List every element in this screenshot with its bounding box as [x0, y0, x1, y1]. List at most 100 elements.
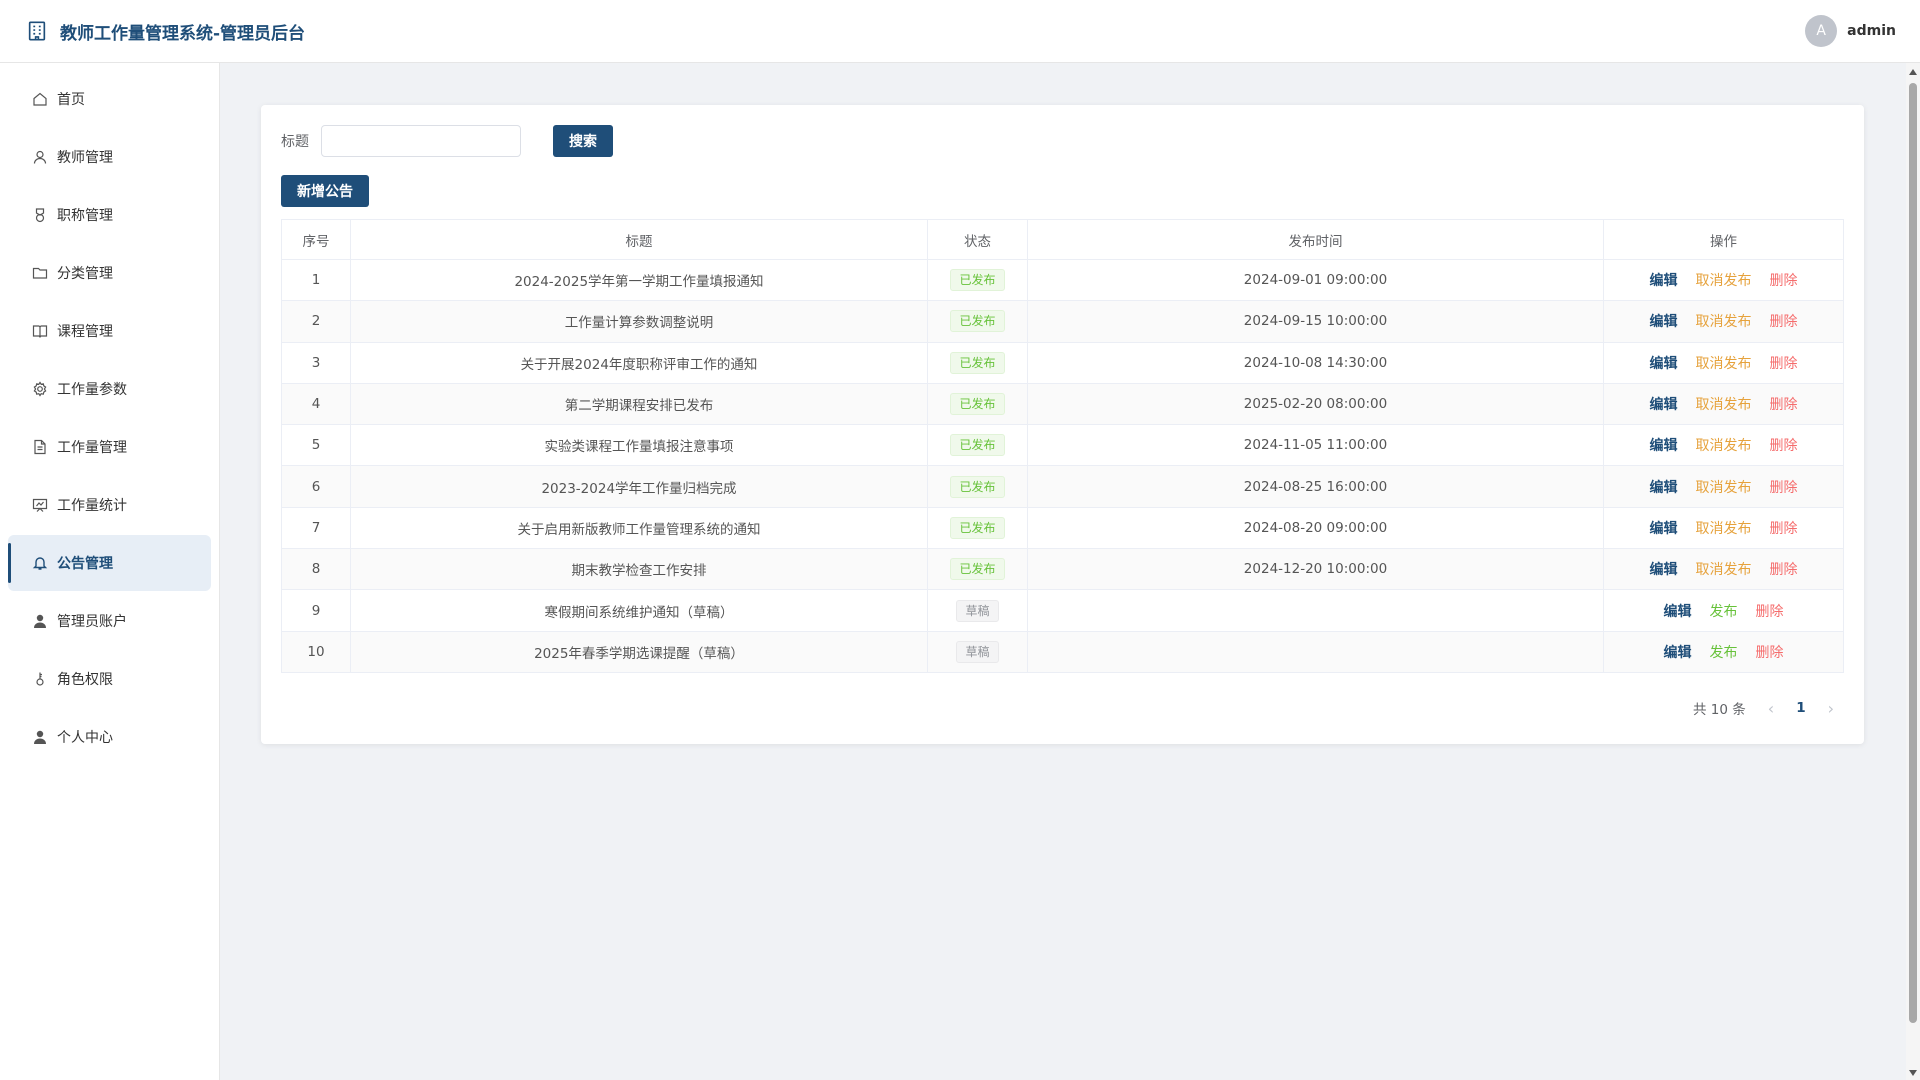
sidebar-item-announcements[interactable]: 公告管理 [8, 535, 211, 591]
sidebar-item-label: 首页 [57, 92, 85, 108]
search-button[interactable]: 搜索 [553, 125, 613, 157]
home-icon [33, 92, 47, 106]
app-header: 教师工作量管理系统-管理员后台 A admin [0, 0, 1920, 63]
edit-button[interactable]: 编辑 [1650, 353, 1678, 373]
table-row: 3 关于开展2024年度职称评审工作的通知 已发布 2024-10-08 14:30:… [281, 341, 1844, 384]
sidebar-item-label: 公告管理 [57, 556, 113, 572]
title-search-input[interactable] [321, 125, 521, 157]
edit-button[interactable]: 编辑 [1650, 518, 1678, 538]
edit-button[interactable]: 编辑 [1664, 601, 1692, 621]
unpublish-button[interactable]: 取消发布 [1696, 435, 1752, 455]
unpublish-button[interactable]: 取消发布 [1696, 518, 1752, 538]
prev-page-button[interactable]: ‹ [1768, 699, 1774, 718]
sidebar-item-profile[interactable]: 个人中心 [8, 709, 211, 765]
status-badge: 已发布 [950, 351, 1005, 374]
row-actions: 编辑 取消发布 删除 [1650, 559, 1798, 579]
sidebar-item-courses[interactable]: 课程管理 [8, 303, 211, 359]
avatar[interactable]: A [1805, 15, 1838, 47]
column-header-index: 序号 [281, 219, 351, 260]
unpublish-button[interactable]: 取消发布 [1696, 270, 1752, 290]
edit-button[interactable]: 编辑 [1650, 559, 1678, 579]
sidebar-item-admin-accounts[interactable]: 管理员账户 [8, 593, 211, 649]
unpublish-button[interactable]: 取消发布 [1696, 477, 1752, 497]
sidebar-item-workload-manage[interactable]: 工作量管理 [8, 419, 211, 475]
delete-button[interactable]: 删除 [1770, 311, 1798, 331]
edit-button[interactable]: 编辑 [1650, 435, 1678, 455]
cell-title: 实验类课程工作量填报注意事项 [350, 424, 928, 467]
sidebar-item-categories[interactable]: 分类管理 [8, 245, 211, 301]
document-icon [34, 439, 46, 455]
chart-board-icon [32, 498, 48, 512]
row-actions: 编辑 发布 删除 [1664, 642, 1784, 662]
delete-button[interactable]: 删除 [1756, 642, 1784, 662]
scroll-thumb[interactable] [1909, 83, 1917, 1023]
status-badge: 草稿 [956, 640, 999, 663]
page-number-1[interactable]: 1 [1796, 700, 1805, 716]
cell-actions: 编辑 取消发布 删除 [1603, 548, 1844, 591]
search-bar: 标题 搜索 [281, 125, 1844, 157]
unpublish-button[interactable]: 取消发布 [1696, 353, 1752, 373]
sidebar-item-label: 教师管理 [57, 150, 113, 166]
key-icon [36, 672, 44, 686]
cell-status: 已发布 [927, 548, 1028, 591]
cell-publish-time: 2024-08-25 16:00:00 [1027, 465, 1604, 508]
delete-button[interactable]: 删除 [1770, 435, 1798, 455]
sidebar-item-label: 分类管理 [57, 266, 113, 282]
sidebar-item-label: 工作量参数 [57, 382, 127, 398]
delete-button[interactable]: 删除 [1770, 353, 1798, 373]
cell-publish-time: 2024-12-20 10:00:00 [1027, 548, 1604, 591]
sidebar-item-titles[interactable]: 职称管理 [8, 187, 211, 243]
username[interactable]: admin [1847, 23, 1896, 39]
delete-button[interactable]: 删除 [1770, 394, 1798, 414]
sidebar-item-label: 角色权限 [57, 672, 113, 688]
cell-index: 5 [281, 424, 351, 467]
sidebar-item-home[interactable]: 首页 [8, 71, 211, 127]
cell-actions: 编辑 发布 删除 [1603, 589, 1844, 632]
cell-title: 2023-2024学年工作量归档完成 [350, 465, 928, 508]
delete-button[interactable]: 删除 [1770, 270, 1798, 290]
cell-actions: 编辑 取消发布 删除 [1603, 465, 1844, 508]
cell-actions: 编辑 取消发布 删除 [1603, 382, 1844, 426]
delete-button[interactable]: 删除 [1770, 518, 1798, 538]
cell-publish-time: 2024-08-20 09:00:00 [1027, 506, 1604, 550]
edit-button[interactable]: 编辑 [1650, 311, 1678, 331]
publish-button[interactable]: 发布 [1710, 642, 1738, 662]
table-row: 6 2023-2024学年工作量归档完成 已发布 2024-08-25 16:00:0… [281, 465, 1844, 508]
sidebar-item-workload-stats[interactable]: 工作量统计 [8, 477, 211, 533]
status-badge: 已发布 [950, 393, 1005, 416]
user-solid-icon [34, 614, 46, 628]
cell-index: 2 [281, 300, 351, 343]
add-announcement-button[interactable]: 新增公告 [281, 175, 369, 207]
page-scrollbar[interactable] [1906, 63, 1920, 1080]
user-menu[interactable]: A admin [1805, 15, 1896, 47]
next-page-button[interactable]: › [1828, 699, 1834, 718]
delete-button[interactable]: 删除 [1756, 601, 1784, 621]
row-actions: 编辑 发布 删除 [1664, 601, 1784, 621]
edit-button[interactable]: 编辑 [1650, 394, 1678, 414]
table-row: 7 关于启用新版教师工作量管理系统的通知 已发布 2024-08-20 09:00:0… [281, 506, 1844, 550]
scroll-up-arrow-icon[interactable] [1909, 69, 1917, 75]
edit-button[interactable]: 编辑 [1650, 270, 1678, 290]
edit-button[interactable]: 编辑 [1664, 642, 1692, 662]
cell-title: 2025年春季学期选课提醒（草稿） [350, 630, 928, 673]
sidebar-item-teachers[interactable]: 教师管理 [8, 129, 211, 185]
column-header-actions: 操作 [1603, 219, 1844, 260]
sidebar-item-workload-params[interactable]: 工作量参数 [8, 361, 211, 417]
unpublish-button[interactable]: 取消发布 [1696, 559, 1752, 579]
sidebar: 首页 教师管理 职称管理 分类管理 课程管理 工作量参数 工作量管理 工作量统计… [0, 63, 220, 1080]
unpublish-button[interactable]: 取消发布 [1696, 311, 1752, 331]
publish-button[interactable]: 发布 [1710, 601, 1738, 621]
row-actions: 编辑 取消发布 删除 [1650, 270, 1798, 290]
unpublish-button[interactable]: 取消发布 [1696, 394, 1752, 414]
delete-button[interactable]: 删除 [1770, 559, 1798, 579]
scroll-down-arrow-icon[interactable] [1909, 1070, 1917, 1076]
sidebar-item-roles[interactable]: 角色权限 [8, 651, 211, 707]
cell-index: 3 [281, 341, 351, 384]
sidebar-item-label: 个人中心 [57, 730, 113, 746]
cell-actions: 编辑 取消发布 删除 [1603, 300, 1844, 343]
edit-button[interactable]: 编辑 [1650, 477, 1678, 497]
table-row: 1 2024-2025学年第一学期工作量填报通知 已发布 2024-09-01 09:… [281, 258, 1844, 302]
delete-button[interactable]: 删除 [1770, 477, 1798, 497]
cell-status: 已发布 [927, 424, 1028, 467]
cell-title: 第二学期课程安排已发布 [350, 382, 928, 426]
